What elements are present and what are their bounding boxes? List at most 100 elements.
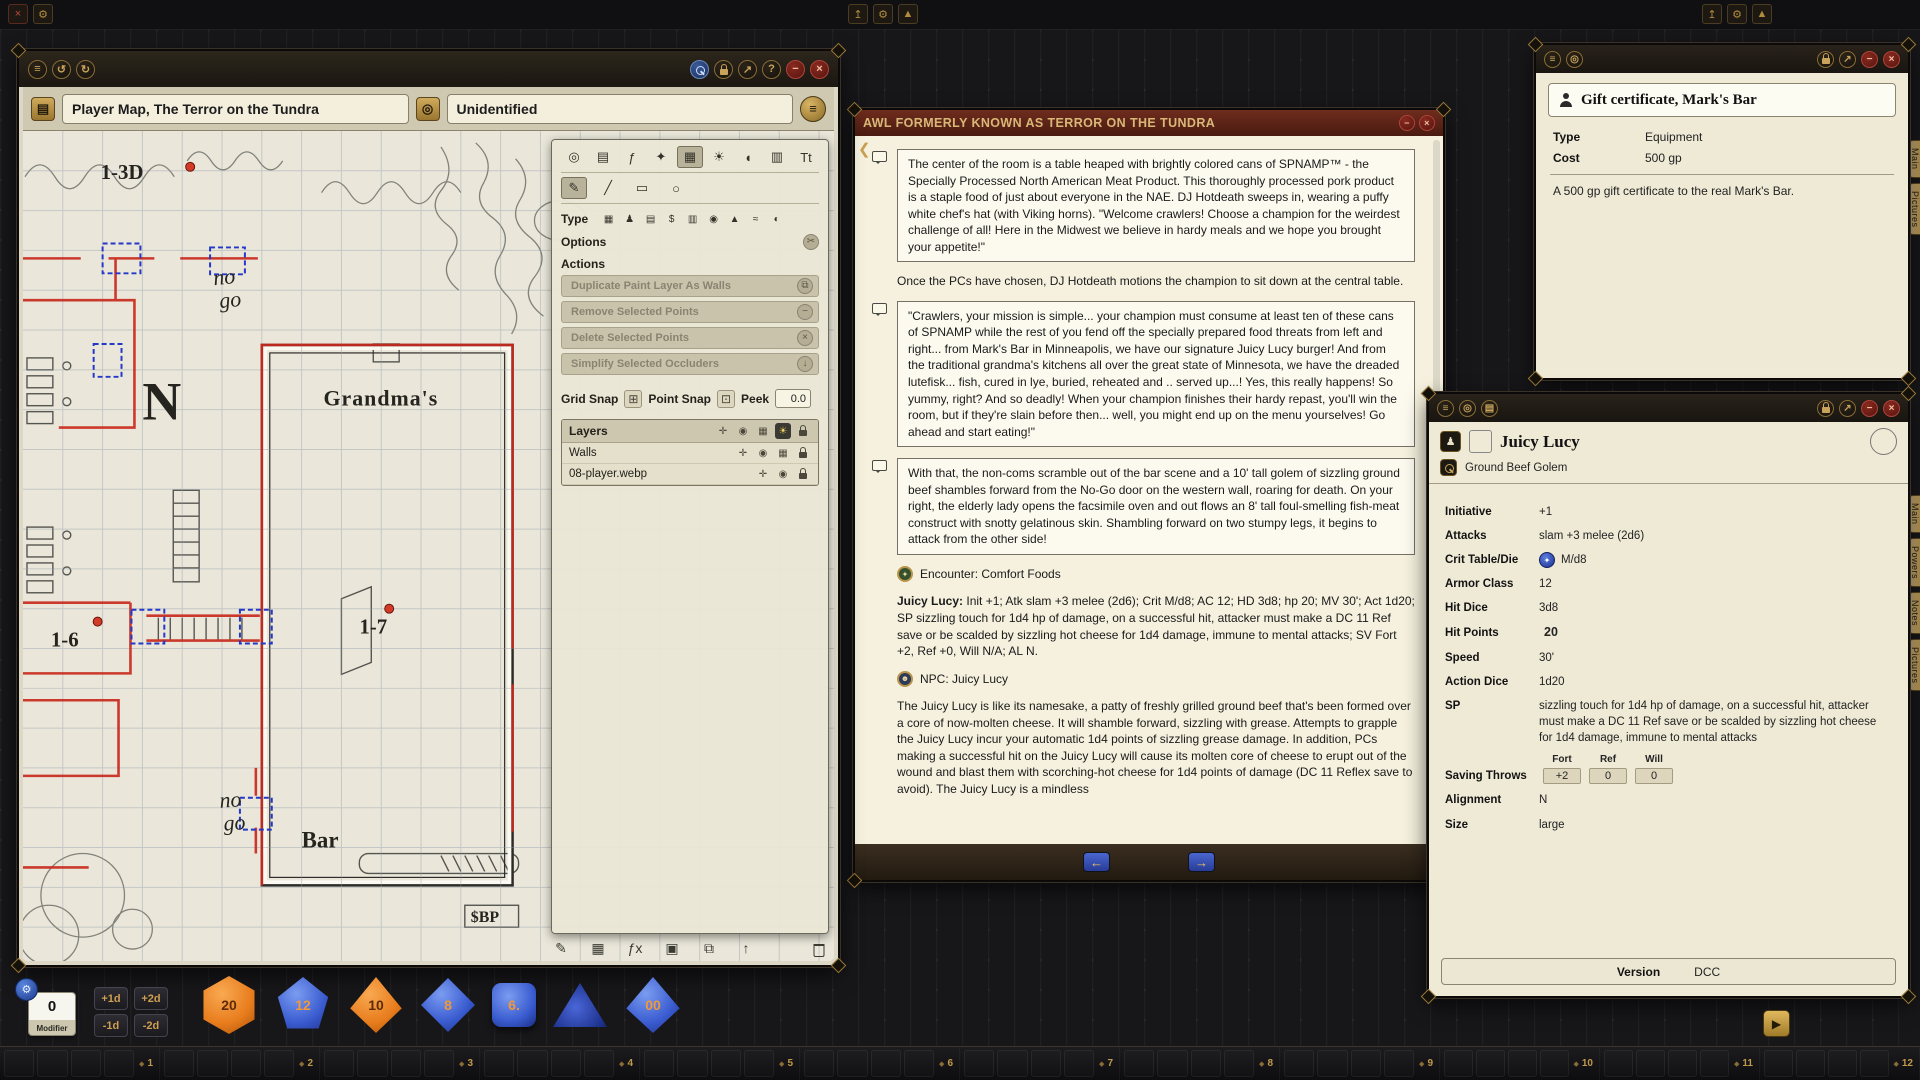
hotbar-slot[interactable] (711, 1050, 741, 1077)
die-icon[interactable]: ✦ (1539, 552, 1555, 568)
line-tool-icon[interactable]: ╱ (595, 177, 621, 199)
die-d12[interactable]: 12 (275, 977, 331, 1033)
add-drawing-icon[interactable]: ✎ (551, 939, 571, 957)
type-value[interactable]: Equipment (1645, 130, 1702, 144)
close-icon[interactable]: × (1419, 115, 1435, 131)
lock-icon[interactable] (1817, 400, 1834, 417)
share-icon[interactable]: ↗ (1839, 400, 1856, 417)
cost-value[interactable]: 500 gp (1645, 151, 1682, 165)
hotbar-slot[interactable] (37, 1050, 67, 1077)
minimize-icon[interactable]: − (1399, 115, 1415, 131)
lock-icon[interactable] (795, 445, 811, 461)
function-tool-icon[interactable]: ƒ (619, 146, 645, 168)
lock-icon[interactable] (795, 423, 811, 439)
minus-1d-button[interactable]: -1d (94, 1014, 128, 1037)
action-icon[interactable]: − (797, 304, 813, 320)
layer-row-walls[interactable]: Walls ✛◉▦ (562, 443, 818, 464)
rectangle-tool-icon[interactable]: ▭ (629, 177, 655, 199)
plus-2d-button[interactable]: +2d (134, 987, 168, 1010)
hotbar-slot[interactable] (1284, 1050, 1314, 1077)
action-icon[interactable]: ⧉ (797, 278, 813, 294)
hotbar-slot[interactable] (164, 1050, 194, 1077)
raise-window-icon[interactable]: ↥ (848, 4, 868, 24)
grid-snap-toggle[interactable]: ⊞ (624, 390, 642, 408)
hotbar-slot[interactable] (324, 1050, 354, 1077)
move-icon[interactable]: ✛ (755, 466, 771, 482)
modifier-box[interactable]: 0 Modifier (28, 992, 76, 1036)
hotbar-slot[interactable] (357, 1050, 387, 1077)
die-d20[interactable]: 20 (200, 976, 258, 1034)
hotbar-slot[interactable] (1764, 1050, 1793, 1077)
type-shade-icon[interactable]: ◐ (767, 211, 786, 227)
options-action-icon[interactable]: ✂ (803, 234, 819, 250)
duplicate-paint-layer-action[interactable]: Duplicate Paint Layer As Walls ⧉ (561, 275, 819, 297)
npc-type-icon[interactable]: ♟ (1440, 431, 1461, 452)
minus-2d-button[interactable]: -2d (134, 1014, 168, 1037)
grid-icon[interactable]: ▦ (755, 423, 771, 439)
hotbar-group[interactable]: ◆ 9 (1280, 1047, 1440, 1080)
settings-icon[interactable]: ⚙ (33, 4, 53, 24)
folder-icon[interactable]: ▣ (662, 939, 682, 957)
hotbar-group[interactable]: ◆ 6 (800, 1047, 960, 1080)
type-terrain-icon[interactable]: ▤ (641, 211, 660, 227)
hotbar-slot[interactable] (71, 1050, 101, 1077)
close-icon[interactable]: × (1883, 400, 1900, 417)
encounter-link-label[interactable]: Encounter: Comfort Foods (920, 566, 1061, 583)
fort-save-value[interactable]: +2 (1543, 768, 1581, 784)
hotbar-slot[interactable] (1828, 1050, 1857, 1077)
hotbar-slot[interactable] (1476, 1050, 1505, 1077)
share-icon[interactable]: ↗ (1839, 51, 1856, 68)
hotbar-slot[interactable] (231, 1050, 261, 1077)
hotbar-slot[interactable] (1224, 1050, 1254, 1077)
copy-icon[interactable]: ⧉ (699, 939, 719, 957)
encounter-link-icon[interactable]: ✦ (897, 566, 913, 582)
point-snap-toggle[interactable]: ⊡ (717, 390, 735, 408)
npc-token[interactable] (1870, 428, 1897, 455)
hotbar-slot[interactable] (1317, 1050, 1347, 1077)
hotbar-slot[interactable] (551, 1050, 581, 1077)
hotbar-group[interactable]: ◆ 2 (160, 1047, 320, 1080)
type-wall-icon[interactable]: ▦ (599, 211, 618, 227)
grid-icon[interactable]: ▦ (775, 445, 791, 461)
hotbar-slot[interactable] (484, 1050, 514, 1077)
share-icon[interactable]: ↗ (738, 60, 757, 79)
hotbar-slot[interactable] (837, 1050, 867, 1077)
npc-link[interactable]: ☻ NPC: Juicy Lucy (897, 671, 1415, 688)
effects-icon[interactable]: ƒx (625, 939, 645, 957)
die-d6[interactable]: 6. (492, 983, 536, 1027)
item-title-box[interactable]: Gift certificate, Mark's Bar (1548, 83, 1896, 117)
mask-tool-icon[interactable]: ◖ (735, 146, 761, 168)
hotbar-slot[interactable] (1668, 1050, 1697, 1077)
hotbar-slot[interactable] (1540, 1050, 1569, 1077)
hotbar-slot[interactable] (1124, 1050, 1154, 1077)
radial-menu-icon[interactable]: ≡ (800, 96, 826, 122)
map-name-field[interactable] (447, 94, 794, 124)
anchor-icon[interactable]: ▲ (898, 4, 918, 24)
hotbar-slot[interactable] (391, 1050, 421, 1077)
hotbar-slot[interactable] (4, 1050, 34, 1077)
visibility-icon[interactable]: ◉ (735, 423, 751, 439)
hotbar-slot[interactable] (197, 1050, 227, 1077)
simplify-occluders-action[interactable]: Simplify Selected Occluders ↓ (561, 353, 819, 375)
hotbar-slot[interactable] (1384, 1050, 1414, 1077)
move-icon[interactable]: ✛ (715, 423, 731, 439)
menu-icon[interactable]: ≡ (1437, 400, 1454, 417)
will-save-value[interactable]: 0 (1635, 768, 1673, 784)
hotbar-group[interactable]: ◆ 7 (960, 1047, 1120, 1080)
play-button[interactable]: ▶ (1763, 1010, 1790, 1037)
hotbar-slot[interactable] (964, 1050, 994, 1077)
light-icon[interactable]: ☀ (775, 423, 791, 439)
item-description[interactable]: A 500 gp gift certificate to the real Ma… (1553, 184, 1896, 198)
hotbar-slot[interactable] (517, 1050, 547, 1077)
hotbar-slot[interactable] (871, 1050, 901, 1077)
gear-icon[interactable]: ⚙ (873, 4, 893, 24)
peek-input[interactable] (775, 389, 811, 408)
hotbar-slot[interactable] (744, 1050, 774, 1077)
delete-selected-points-action[interactable]: Delete Selected Points × (561, 327, 819, 349)
npc-portrait-thumbnail[interactable] (1469, 430, 1492, 453)
dice-settings-icon[interactable]: ⚙ (15, 978, 38, 1001)
minimize-icon[interactable]: − (1861, 400, 1878, 417)
close-icon[interactable]: × (1883, 51, 1900, 68)
redo-icon[interactable]: ↻ (76, 60, 95, 79)
move-icon[interactable]: ✛ (735, 445, 751, 461)
